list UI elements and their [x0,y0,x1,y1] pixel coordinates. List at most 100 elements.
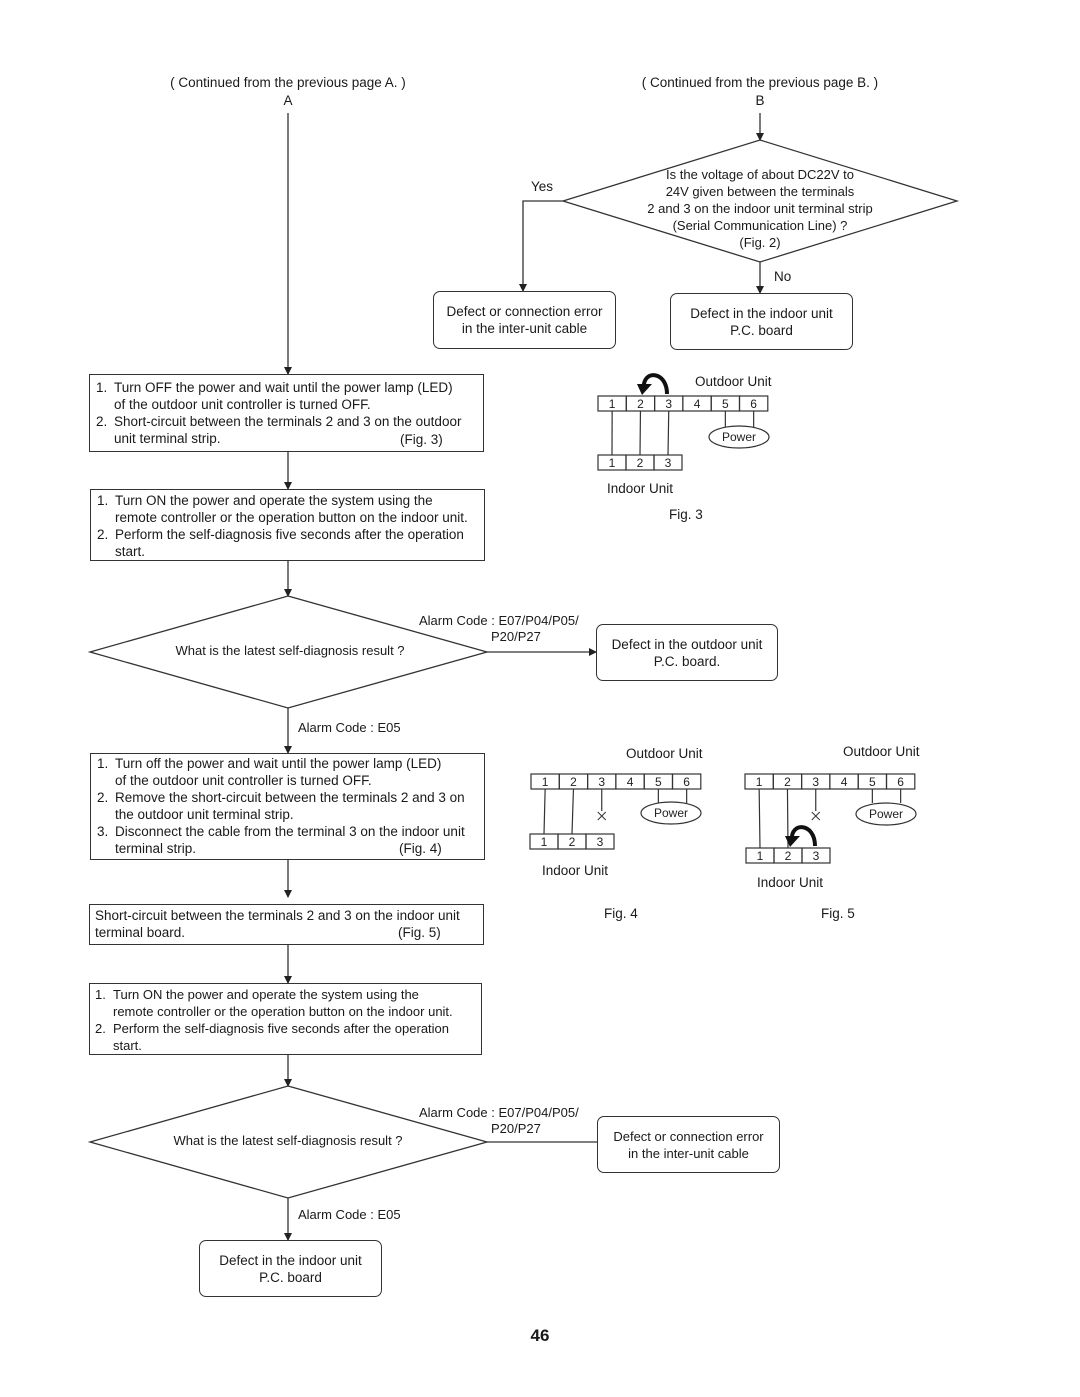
result-inter-unit-cable-top: Defect or connection error in the inter-… [433,291,616,349]
fig3-outdoor-strip-terminal-label: 1 [609,397,616,411]
step-number: 1. [97,756,109,771]
power-label: Power [722,430,756,444]
step-number: 1. [97,493,109,508]
no-label: No [774,269,792,284]
step-text: Turn ON the power and operate the system… [113,987,453,1019]
fig5-caption: Fig. 5 [821,906,855,921]
fig5-outdoor-strip-terminal-label: 3 [812,775,819,789]
fig3-indoor-strip-terminal-label: 3 [665,456,672,470]
result-indoor-pcb-top: Defect in the indoor unit P.C. board [670,293,853,350]
decision-voltage-line: (Fig. 2) [739,235,781,250]
alarm-code-right-2: P20/P27 [491,1121,541,1136]
fig5-indoor-label: Indoor Unit [757,875,824,890]
step-item: 2. Remove the short-circuit between the t… [97,789,478,823]
fig4-outdoor-strip-terminal-label: 3 [598,775,605,789]
step-number: 2. [96,414,108,429]
fig5-outdoor-strip-terminal-label: 5 [869,775,876,789]
decision-voltage-line: (Serial Communication Line) ? [672,218,848,233]
continued-from-a: ( Continued from the previous page A. ) [170,75,406,90]
step-item: 1. Turn off the power and wait until the … [97,755,478,789]
fig5-outdoor-strip-terminal-label: 6 [897,775,904,789]
fig5-indoor-strip-terminal-label: 1 [757,849,764,863]
connector-label-b: B [755,93,765,108]
step-5-box: 1. Turn ON the power and operate the syst… [89,983,482,1055]
decision-voltage-line: 24V given between the terminals [665,184,855,199]
fig4-caption: Fig. 4 [604,906,638,921]
fig4-outdoor-strip-terminal-label: 1 [542,775,549,789]
decision-voltage-text: Is the voltage of about DC22V to 24V giv… [620,166,900,251]
step-text: Turn ON the power and operate the system… [115,493,468,525]
yes-label: Yes [531,179,554,194]
fig5-indoor-strip-terminal-label: 2 [785,849,792,863]
decision-voltage-line: Is the voltage of about DC22V to [666,167,854,182]
fig-reference: (Fig. 5) [398,925,441,940]
step-item: 1. Turn ON the power and operate the syst… [95,986,476,1020]
fig4-outdoor-strip-terminal-label: 4 [627,775,634,789]
disconnected-x-icon [597,811,607,821]
fig4-outdoor-strip-terminal-label: 2 [570,775,577,789]
continued-from-b: ( Continued from the previous page B. ) [641,75,879,90]
result-indoor-pcb-bottom: Defect in the indoor unit P.C. board [199,1240,382,1297]
fig4-wire [571,788,575,835]
fig3-wire [667,410,670,456]
fig3-indoor-label: Indoor Unit [607,481,674,496]
fig-reference: (Fig. 4) [399,841,442,856]
fig4-wire [543,788,546,835]
fig4-outdoor-strip-terminal-label: 5 [655,775,662,789]
fig3-outdoor-label: Outdoor Unit [695,374,772,389]
alarm-code-right-1: Alarm Code : E07/P04/P05/ [419,1105,579,1120]
fig5-short-circuit-arrow-head [785,836,800,847]
alarm-code-down: Alarm Code : E05 [298,1207,401,1222]
step-text: Perform the self-diagnosis five seconds … [113,1021,450,1053]
decision-voltage-line: 2 and 3 on the indoor unit terminal stri… [647,201,873,216]
fig4-indoor-label: Indoor Unit [542,863,609,878]
result-text: Defect in the outdoor unit [611,636,763,652]
result-inter-unit-cable-bottom: Defect or connection error in the inter-… [597,1116,780,1173]
result-text: Defect or connection error [613,1128,764,1144]
step-number: 2. [97,790,109,805]
step-number: 2. [95,1021,106,1036]
step-item: 2. Perform the self-diagnosis five second… [97,526,478,560]
fig4-indoor-strip-terminal-label: 2 [569,835,576,849]
step-number: 1. [96,380,108,395]
fig3-outdoor-strip-terminal-label: 2 [637,397,644,411]
step-item: 1. Turn ON the power and operate the syst… [97,492,478,526]
step-text: Remove the short-circuit between the ter… [115,790,465,822]
fig-reference: (Fig. 3) [400,432,443,447]
result-outdoor-pcb: Defect in the outdoor unit P.C. board. [596,624,778,681]
fig3-indoor-strip-terminal-label: 1 [609,456,616,470]
fig4-indoor-strip-terminal-label: 1 [541,835,548,849]
result-text: in the inter-unit cable [461,321,588,336]
alarm-code-right-1: Alarm Code : E07/P04/P05/ [419,613,579,628]
step-3-box: 1. Turn off the power and wait until the … [90,753,485,860]
fig3-outdoor-strip-terminal-label: 4 [694,397,701,411]
step-2-box: 1. Turn ON the power and operate the syst… [90,489,485,561]
result-text: Defect or connection error [446,304,603,319]
step-number: 1. [95,987,106,1002]
power-label: Power [869,807,903,821]
fig5-indoor-strip-terminal-label: 3 [813,849,820,863]
fig4-outdoor-strip-terminal-label: 6 [683,775,690,789]
step-text: Turn off the power and wait until the po… [115,756,442,788]
fig4-outdoor-label: Outdoor Unit [626,746,703,761]
fig5-wire [758,788,761,849]
step-item: 2. Perform the self-diagnosis five second… [95,1020,476,1054]
fig5-outdoor-strip-terminal-label: 4 [841,775,848,789]
fig5-outdoor-strip-terminal-label: 2 [784,775,791,789]
fig3-outdoor-strip-terminal-label: 6 [750,397,757,411]
fig3-short-circuit-arrow-head [637,384,652,395]
decision-diag1-question: What is the latest self-diagnosis result… [175,643,405,658]
step-item: 1. Turn OFF the power and wait until the … [96,379,477,413]
fig3-outdoor-strip-terminal-label: 5 [722,397,729,411]
step-4-box: Short-circuit between the terminals 2 an… [89,904,484,945]
fig4-indoor-strip-terminal-label: 3 [597,835,604,849]
result-text: P.C. board. [653,653,721,669]
result-text: P.C. board [259,1269,322,1285]
page-number: 46 [530,1326,550,1345]
result-text: in the inter-unit cable [628,1145,749,1161]
connector-label-a: A [283,93,293,108]
power-label: Power [654,806,688,820]
fig3-caption: Fig. 3 [669,507,703,522]
fig3-outdoor-strip-terminal-label: 3 [665,397,672,411]
alarm-code-down: Alarm Code : E05 [298,720,401,735]
